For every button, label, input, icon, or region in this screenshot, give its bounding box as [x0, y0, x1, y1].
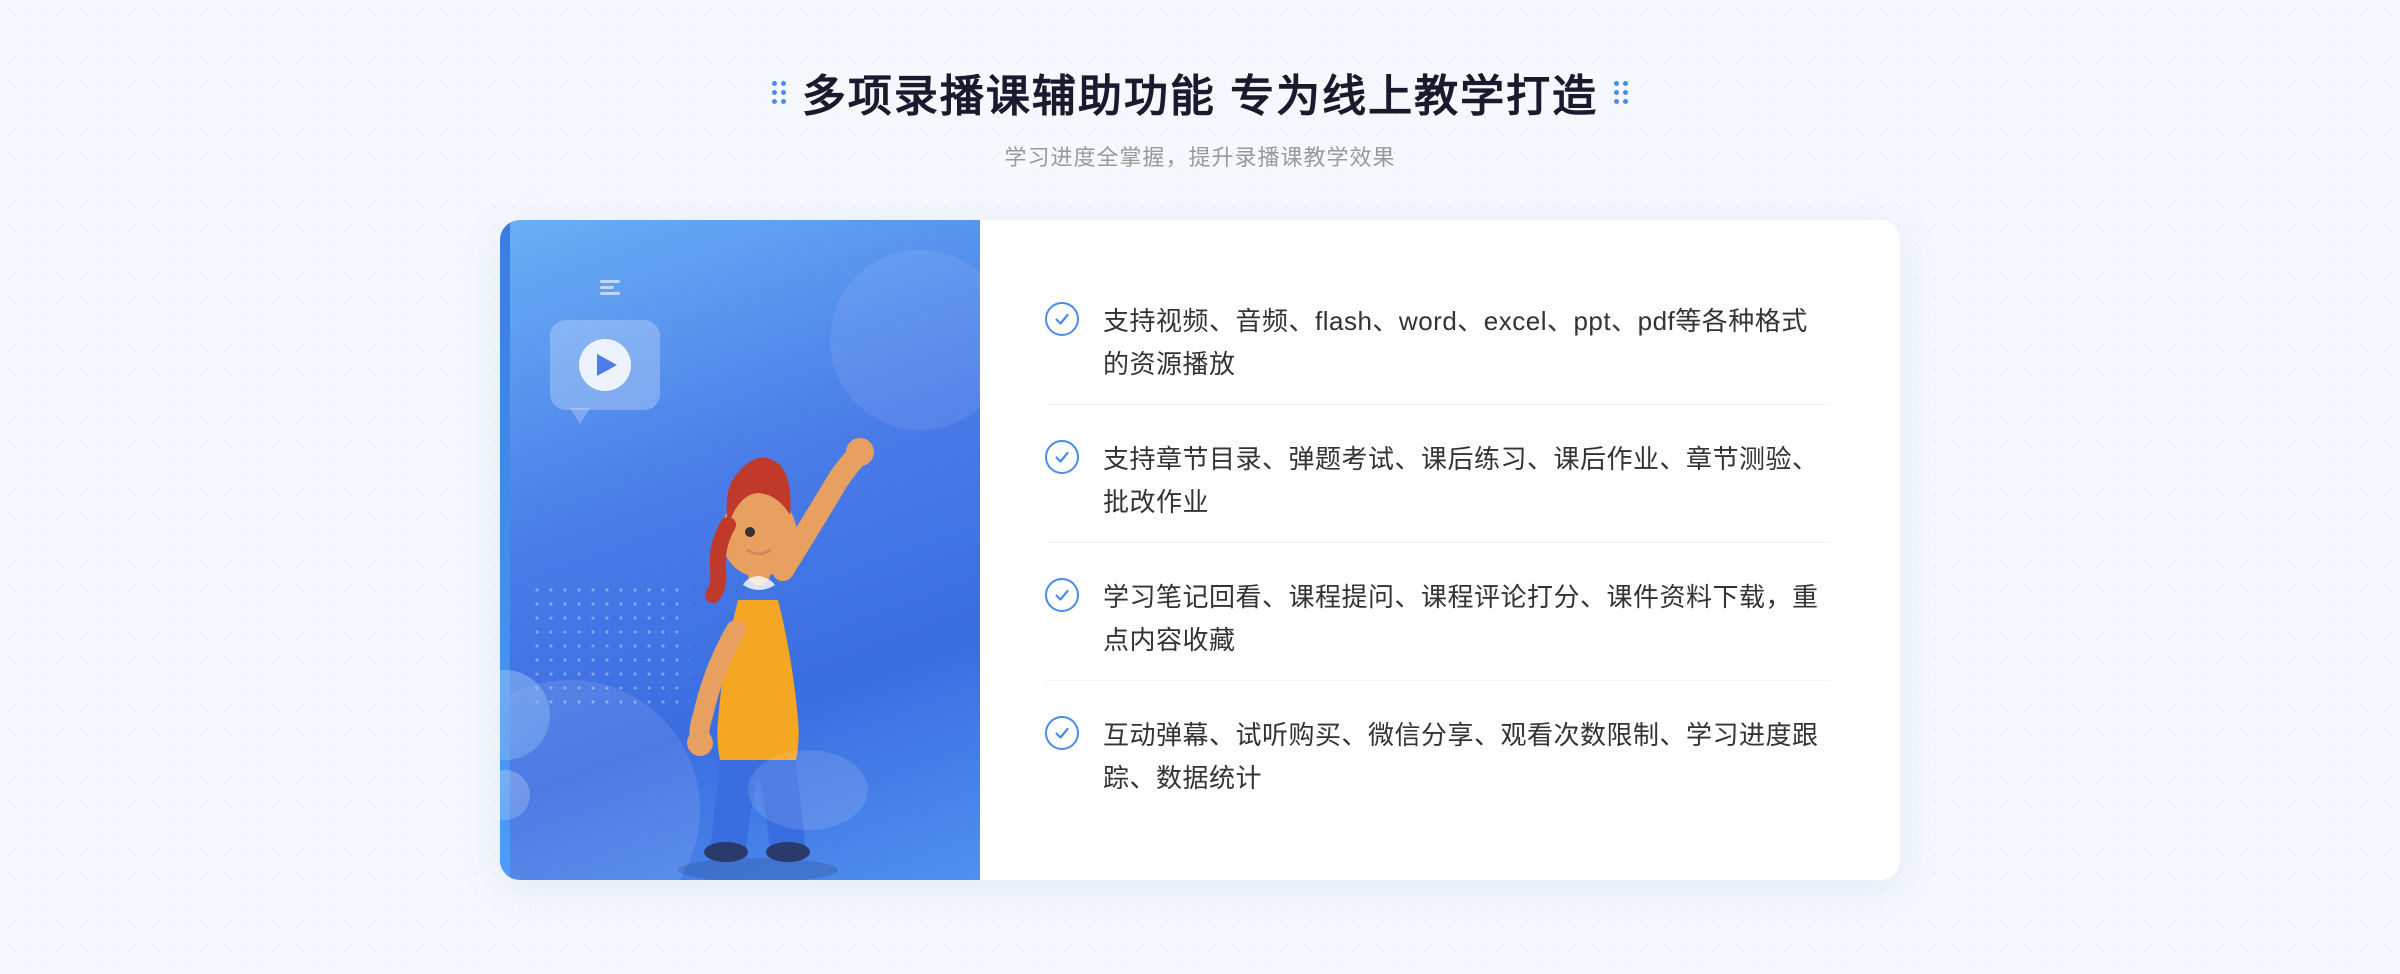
check-icon-3	[1045, 578, 1079, 612]
person-illustration	[628, 360, 908, 880]
feature-item-1: 支持视频、音频、flash、word、excel、ppt、pdf等各种格式的资源…	[1045, 282, 1830, 405]
deco-circle-2	[500, 770, 530, 820]
main-content-card: 支持视频、音频、flash、word、excel、ppt、pdf等各种格式的资源…	[500, 220, 1900, 880]
feature-text-2: 支持章节目录、弹题考试、课后练习、课后作业、章节测验、批改作业	[1103, 438, 1830, 524]
decorative-dots-right	[1614, 81, 1628, 104]
feature-item-2: 支持章节目录、弹题考试、课后练习、课后作业、章节测验、批改作业	[1045, 420, 1830, 543]
feature-text-4: 互动弹幕、试听购买、微信分享、观看次数限制、学习进度跟踪、数据统计	[1103, 714, 1830, 800]
check-icon-2	[1045, 440, 1079, 474]
header-section: 多项录播课辅助功能 专为线上教学打造 学习进度全掌握，提升录播课教学效果	[772, 60, 1628, 172]
page-subtitle: 学习进度全掌握，提升录播课教学效果	[772, 140, 1628, 172]
feature-text-3: 学习笔记回看、课程提问、课程评论打分、课件资料下载，重点内容收藏	[1103, 576, 1830, 662]
light-rays	[600, 280, 620, 295]
feature-text-1: 支持视频、音频、flash、word、excel、ppt、pdf等各种格式的资源…	[1103, 300, 1830, 386]
feature-item-3: 学习笔记回看、课程提问、课程评论打分、课件资料下载，重点内容收藏	[1045, 558, 1830, 681]
illustration-panel	[500, 220, 980, 880]
check-icon-1	[1045, 302, 1079, 336]
features-panel: 支持视频、音频、flash、word、excel、ppt、pdf等各种格式的资源…	[980, 220, 1900, 880]
check-icon-4	[1045, 716, 1079, 750]
play-button	[579, 339, 631, 391]
page-title: 多项录播课辅助功能 专为线上教学打造	[802, 60, 1598, 124]
feature-item-4: 互动弹幕、试听购买、微信分享、观看次数限制、学习进度跟踪、数据统计	[1045, 696, 1830, 818]
page-wrapper: 多项录播课辅助功能 专为线上教学打造 学习进度全掌握，提升录播课教学效果 »	[0, 0, 2400, 974]
header-title-row: 多项录播课辅助功能 专为线上教学打造	[772, 60, 1628, 124]
decorative-dots-left	[772, 81, 786, 104]
